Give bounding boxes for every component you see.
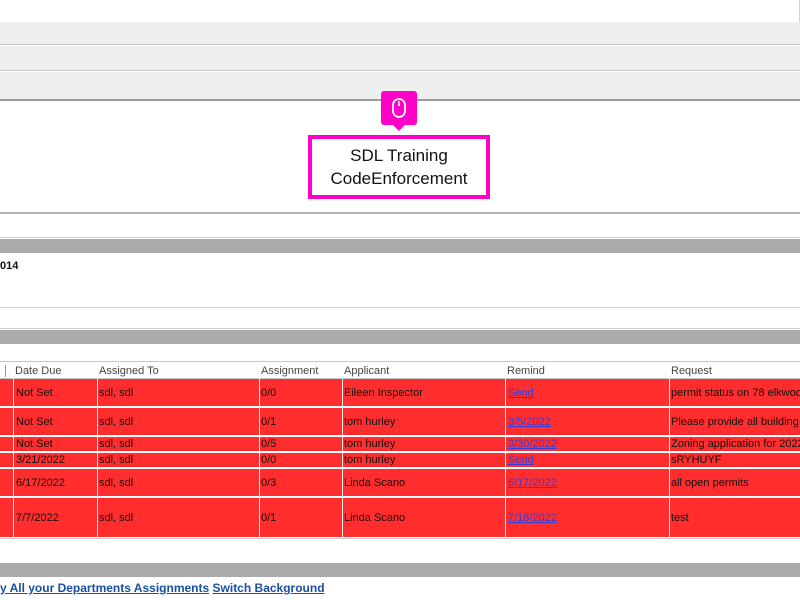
section-divider xyxy=(0,239,800,253)
top-area xyxy=(0,0,800,22)
cell-date-due: Not Set xyxy=(16,387,53,399)
section-divider-2 xyxy=(0,330,800,344)
info-text: 014 xyxy=(0,260,19,272)
remind-link[interactable]: 7/18/2022 xyxy=(508,512,557,524)
cell-date-due: 3/21/2022 xyxy=(16,454,65,466)
cell-request: test xyxy=(671,512,689,524)
column-header-remind[interactable]: Remind xyxy=(507,365,545,377)
spacer-row-2 xyxy=(0,309,800,329)
info-panel: 014 xyxy=(0,253,800,308)
cell-assignment: 0/3 xyxy=(261,477,277,489)
cell-applicant: tom hurley xyxy=(344,416,396,428)
table-row[interactable]: 6/17/2022 sdl, sdl 0/3 Linda Scano 6/17/… xyxy=(0,469,800,497)
switch-background-link[interactable]: Switch Background xyxy=(213,581,325,595)
cell-request: sRYHUYF xyxy=(671,454,722,466)
cell-applicant: tom hurley xyxy=(344,438,396,450)
cell-request: Zoning application for 2022 xyxy=(671,438,800,450)
header-stub xyxy=(0,365,6,377)
cell-date-due: 7/7/2022 xyxy=(16,512,59,524)
footer-links: y All your Departments Assignments Switc… xyxy=(0,581,325,595)
column-header-date-due[interactable]: Date Due xyxy=(15,365,61,377)
cell-assigned-to: sdl, sdl xyxy=(99,438,134,450)
cell-assignment: 0/0 xyxy=(261,387,277,399)
cell-applicant: Linda Scano xyxy=(344,477,406,489)
cell-request: all open permits xyxy=(671,477,749,489)
spacer-row-4 xyxy=(0,538,800,562)
cell-assignment: 0/1 xyxy=(261,512,277,524)
table-row[interactable]: Not Set sdl, sdl 0/1 tom hurley 3/5/2022… xyxy=(0,408,800,436)
cell-request: Please provide all building a xyxy=(671,416,800,428)
remind-link[interactable]: Send xyxy=(508,454,534,466)
cell-applicant: Linda Scano xyxy=(344,512,406,524)
org-title-box[interactable]: SDL Training CodeEnforcement xyxy=(308,135,490,199)
table-row[interactable]: 3/21/2022 sdl, sdl 0/0 tom hurley Send s… xyxy=(0,453,800,468)
cell-applicant: Eileen Inspector xyxy=(344,387,423,399)
cell-assigned-to: sdl, sdl xyxy=(99,416,134,428)
spacer-row-3 xyxy=(0,344,800,361)
table-row[interactable]: 7/7/2022 sdl, sdl 0/1 Linda Scano 7/18/2… xyxy=(0,498,800,538)
spacer-row xyxy=(0,216,800,238)
cell-assignment: 0/1 xyxy=(261,416,277,428)
table-row[interactable]: Not Set sdl, sdl 0/0 Eileen Inspector Se… xyxy=(0,379,800,407)
mouse-icon xyxy=(381,91,417,131)
org-title-line2: CodeEnforcement xyxy=(330,169,468,188)
all-departments-assignments-link[interactable]: y All your Departments Assignments xyxy=(0,581,209,595)
org-title-line1: SDL Training xyxy=(350,146,448,165)
remind-link[interactable]: 6/17/2022 xyxy=(508,477,557,489)
cell-assigned-to: sdl, sdl xyxy=(99,512,134,524)
cell-request: permit status on 78 elkwoo xyxy=(671,387,800,399)
header-panel: SDL Training CodeEnforcement xyxy=(0,91,800,214)
cell-date-due: 6/17/2022 xyxy=(16,477,65,489)
footer: y All your Departments Assignments Switc… xyxy=(0,577,800,600)
remind-link[interactable]: 3/30/2022 xyxy=(508,438,557,450)
toolbar-row-1 xyxy=(0,22,800,45)
table-row[interactable]: Not Set sdl, sdl 0/5 tom hurley 3/30/202… xyxy=(0,437,800,452)
column-header-request[interactable]: Request xyxy=(671,365,712,377)
cell-date-due: Not Set xyxy=(16,416,53,428)
column-header-assignment[interactable]: Assignment xyxy=(261,365,318,377)
cell-date-due: Not Set xyxy=(16,438,53,450)
table-header: Date Due Assigned To Assignment Applican… xyxy=(0,361,800,379)
cell-assigned-to: sdl, sdl xyxy=(99,477,134,489)
toolbar-row-2 xyxy=(0,46,800,71)
column-header-applicant[interactable]: Applicant xyxy=(344,365,389,377)
cell-assignment: 0/0 xyxy=(261,454,277,466)
cell-assignment: 0/5 xyxy=(261,438,277,450)
remind-link[interactable]: Send xyxy=(508,387,534,399)
cell-assigned-to: sdl, sdl xyxy=(99,387,134,399)
column-header-assigned-to[interactable]: Assigned To xyxy=(99,365,159,377)
cell-applicant: tom hurley xyxy=(344,454,396,466)
remind-link[interactable]: 3/5/2022 xyxy=(508,416,551,428)
cell-assigned-to: sdl, sdl xyxy=(99,454,134,466)
section-divider-3 xyxy=(0,563,800,577)
